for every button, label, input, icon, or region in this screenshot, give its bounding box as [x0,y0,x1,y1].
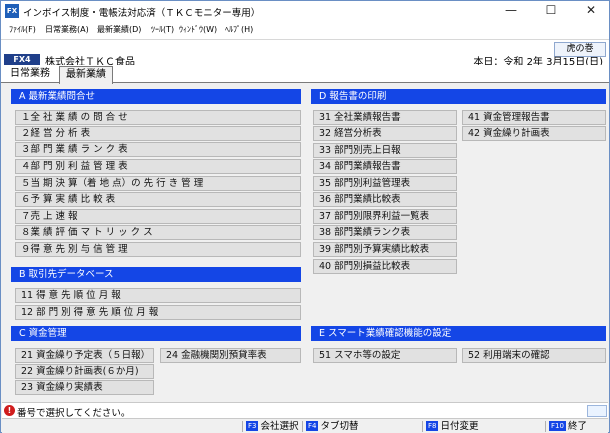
number-input-field[interactable] [587,405,607,417]
menu-window[interactable]: ｳｨﾝﾄﾞｳ(W) [179,24,217,35]
f10-key-icon: F10 [549,421,566,431]
menu-button-34[interactable]: 34 部門業績報告書 [313,159,457,174]
menu-button-04[interactable]: ４部 門 別 利 益 管 理 表 [15,159,301,174]
menu-button-51[interactable]: 51 スマホ等の設定 [313,348,457,363]
menu-button-22[interactable]: 22 資金繰り計画表(６か月) [15,364,154,379]
f8-date-change-button[interactable]: F8 日付変更 [426,420,479,433]
minimize-button[interactable]: — [491,1,531,21]
menu-button-38[interactable]: 38 部門業績ランク表 [313,225,457,240]
f3-label: 会社選択 [260,421,299,432]
menu-bar: ﾌｧｲﾙ(F) 日常業務(A) 最新業績(D) ﾂｰﾙ(T) ｳｨﾝﾄﾞｳ(W)… [1,21,609,39]
f8-label: 日付変更 [440,421,479,432]
menu-button-42[interactable]: 42 資金繰り計画表 [462,126,606,141]
title-bar[interactable]: FX インボイス制度・電帳法対応済（ＴＫＣモニター専用） — ☐ ✕ [1,1,609,21]
section-b-header: B 取引先データベース [11,267,301,282]
menu-file[interactable]: ﾌｧｲﾙ(F) [9,24,36,35]
menu-button-31[interactable]: 31 全社業績報告書 [313,110,457,125]
section-e-header: E スマート業績確認機能の設定 [311,326,606,341]
alert-icon: ! [4,405,15,416]
app-window: FX インボイス制度・電帳法対応済（ＴＫＣモニター専用） — ☐ ✕ ﾌｧｲﾙ(… [0,0,610,433]
menu-button-37[interactable]: 37 部門別限界利益一覧表 [313,209,457,224]
menu-button-08[interactable]: ８業 績 評 価 マ ト リ ッ ク ス [15,225,301,240]
app-icon: FX [5,4,19,18]
f10-exit-button[interactable]: F10 終了 [549,420,587,433]
menu-button-35[interactable]: 35 部門別利益管理表 [313,176,457,191]
menu-button-24[interactable]: 24 金融機関別預貸率表 [160,348,301,363]
fkey-divider [545,421,546,432]
f3-key-icon: F3 [246,421,259,431]
menu-button-41[interactable]: 41 資金管理報告書 [462,110,606,125]
f3-company-select-button[interactable]: F3 会社選択 [246,420,299,433]
company-info-bar: 虎の巻 FX4 株式会社ＴＫＣ食品 本日：令和 2年 3月15日(日) [1,39,609,68]
section-a-header: A 最新業績問合せ [11,89,301,104]
menu-button-12[interactable]: 12 部 門 別 得 意 先 順 位 月 報 [15,305,301,320]
menu-button-23[interactable]: 23 資金繰り実績表 [15,380,154,395]
fkey-divider [422,421,423,432]
menu-button-52[interactable]: 52 利用端末の確認 [462,348,606,363]
window-title: インボイス制度・電帳法対応済（ＴＫＣモニター専用） [23,8,261,19]
close-button[interactable]: ✕ [571,1,610,21]
menu-button-39[interactable]: 39 部門別予算実績比較表 [313,242,457,257]
f4-key-icon: F4 [306,421,319,431]
f4-tab-switch-button[interactable]: F4 タブ切替 [306,420,359,433]
f8-key-icon: F8 [426,421,439,431]
fkey-divider [242,421,243,432]
maximize-button[interactable]: ☐ [531,1,571,21]
f10-label: 終了 [567,421,587,432]
menu-tools[interactable]: ﾂｰﾙ(T) [151,24,174,35]
menu-button-40[interactable]: 40 部門別損益比較表 [313,259,457,274]
menu-button-21[interactable]: 21 資金繰り予定表（５日報） [15,348,154,363]
menu-button-09[interactable]: ９得 意 先 別 与 信 管 理 [15,242,301,257]
status-message: 番号で選択してください。 [17,408,131,419]
menu-button-05[interactable]: ５当 期 決 算（着 地 点）の 先 行 き 管 理 [15,176,301,191]
menu-button-33[interactable]: 33 部門別売上日報 [313,143,457,158]
fkey-divider [302,421,303,432]
section-c-header: C 資金管理 [11,326,301,341]
menu-button-06[interactable]: ６予 算 実 績 比 較 表 [15,192,301,207]
menu-help[interactable]: ﾍﾙﾌﾟ(H) [225,24,253,35]
f4-label: タブ切替 [320,421,359,432]
tab-latest-results[interactable]: 最新業績 [59,66,113,84]
menu-latest-results[interactable]: 最新業績(D) [97,24,141,35]
menu-button-01[interactable]: １全 社 業 績 の 問 合 せ [15,110,301,125]
tab-bar: 日常業務 最新業績 [1,65,609,84]
menu-button-32[interactable]: 32 経営分析表 [313,126,457,141]
menu-daily-work[interactable]: 日常業務(A) [45,24,89,35]
menu-button-36[interactable]: 36 部門業績比較表 [313,192,457,207]
menu-button-02[interactable]: ２経 営 分 析 表 [15,126,301,141]
section-d-header: D 報告書の印刷 [311,89,606,104]
tab-daily-work[interactable]: 日常業務 [4,66,56,83]
menu-button-07[interactable]: ７売 上 速 報 [15,209,301,224]
status-bar: ! 番号で選択してください。 [2,402,608,419]
function-key-bar: F3 会社選択 F4 タブ切替 F8 日付変更 F10 終了 [2,418,608,433]
menu-button-11[interactable]: 11 得 意 先 順 位 月 報 [15,288,301,303]
main-panel: A 最新業績問合せ １全 社 業 績 の 問 合 せ ２経 営 分 析 表 ３部… [2,84,608,402]
menu-button-03[interactable]: ３部 門 業 績 ラ ン ク 表 [15,142,301,157]
